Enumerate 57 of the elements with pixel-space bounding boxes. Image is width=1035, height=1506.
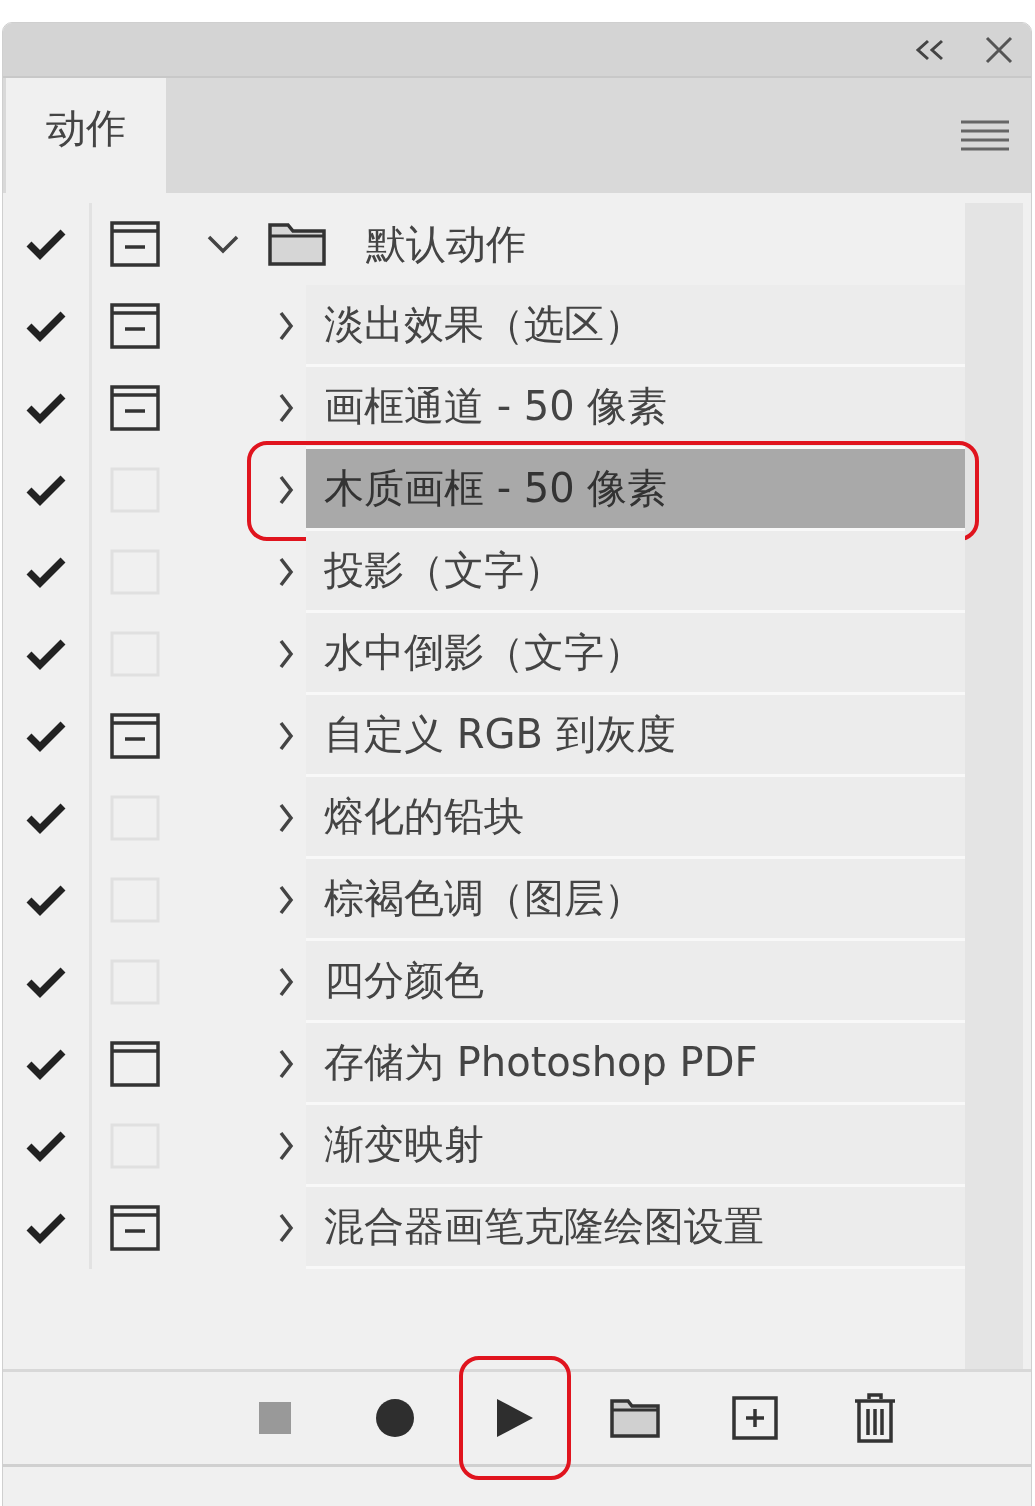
- chevron-right-icon[interactable]: [278, 1130, 294, 1162]
- folder-icon: [268, 222, 326, 266]
- chevron-right-icon[interactable]: [278, 802, 294, 834]
- action-item[interactable]: 自定义 RGB 到灰度: [306, 695, 965, 777]
- check-icon[interactable]: [26, 228, 66, 260]
- play-icon: [497, 1399, 533, 1437]
- chevron-right-icon[interactable]: [278, 966, 294, 998]
- check-icon[interactable]: [26, 966, 66, 998]
- dialog-toggle-icon[interactable]: [110, 221, 160, 267]
- check-icon[interactable]: [26, 884, 66, 916]
- check-icon[interactable]: [26, 802, 66, 834]
- check-icon[interactable]: [26, 556, 66, 588]
- chevron-right-icon[interactable]: [278, 556, 294, 588]
- chevron-right-icon[interactable]: [278, 474, 294, 506]
- action-item[interactable]: 画框通道 - 50 像素: [306, 367, 965, 449]
- check-icon[interactable]: [26, 638, 66, 670]
- chevron-right-icon[interactable]: [278, 720, 294, 752]
- dialog-toggle-icon[interactable]: [110, 1205, 160, 1251]
- action-item[interactable]: 水中倒影（文字）: [306, 613, 965, 695]
- action-item[interactable]: 熔化的铅块: [306, 777, 965, 859]
- check-icon[interactable]: [26, 1130, 66, 1162]
- trash-icon: [853, 1393, 897, 1443]
- action-item[interactable]: 木质画框 - 50 像素: [306, 449, 965, 531]
- action-item[interactable]: 淡出效果（选区）: [306, 285, 965, 367]
- chevron-right-icon[interactable]: [278, 392, 294, 424]
- chevron-down-icon[interactable]: [206, 234, 240, 254]
- chevron-right-icon[interactable]: [278, 638, 294, 670]
- record-icon: [376, 1399, 414, 1437]
- action-item[interactable]: 投影（文字）: [306, 531, 965, 613]
- panel-tab[interactable]: 动作: [6, 78, 166, 193]
- check-icon[interactable]: [26, 392, 66, 424]
- collapse-icon[interactable]: [915, 38, 945, 61]
- action-item[interactable]: 四分颜色: [306, 941, 965, 1023]
- chevron-right-icon[interactable]: [278, 884, 294, 916]
- scrollbar-track[interactable]: [965, 203, 1023, 1369]
- close-icon[interactable]: [985, 35, 1013, 64]
- check-icon[interactable]: [26, 1048, 66, 1080]
- folder-icon: [610, 1398, 660, 1438]
- action-item[interactable]: 渐变映射: [306, 1105, 965, 1187]
- dialog-toggle-icon[interactable]: [110, 303, 160, 349]
- check-icon[interactable]: [26, 474, 66, 506]
- check-icon[interactable]: [26, 720, 66, 752]
- dialog-toggle-icon[interactable]: [110, 713, 160, 759]
- chevron-right-icon[interactable]: [278, 1048, 294, 1080]
- chevron-right-icon[interactable]: [278, 1212, 294, 1244]
- chevron-right-icon[interactable]: [278, 310, 294, 342]
- dialog-toggle-icon[interactable]: [110, 1041, 160, 1087]
- action-set-name[interactable]: 默认动作: [366, 216, 526, 272]
- action-item[interactable]: 棕褐色调（图层）: [306, 859, 965, 941]
- action-item[interactable]: 存储为 Photoshop PDF: [306, 1023, 965, 1105]
- menu-icon[interactable]: [961, 119, 1009, 152]
- add-icon: [732, 1396, 778, 1440]
- check-icon[interactable]: [26, 1212, 66, 1244]
- check-icon[interactable]: [26, 310, 66, 342]
- dialog-toggle-icon[interactable]: [110, 385, 160, 431]
- stop-icon: [259, 1402, 291, 1434]
- action-item[interactable]: 混合器画笔克隆绘图设置: [306, 1187, 965, 1269]
